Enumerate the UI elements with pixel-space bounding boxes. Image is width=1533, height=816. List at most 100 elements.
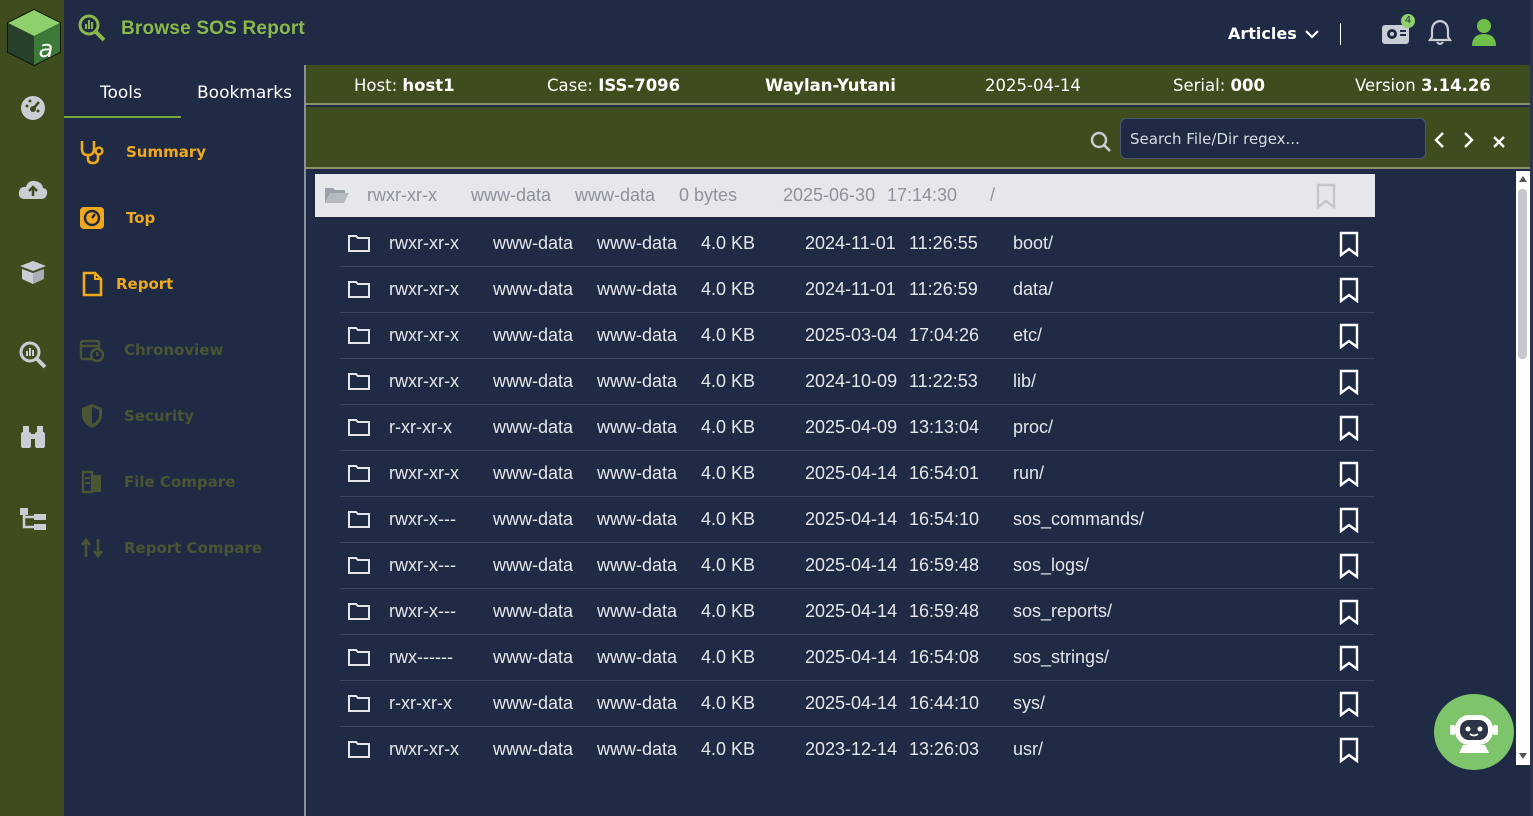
table-row[interactable]: r-xr-xr-x www-data www-data 4.0 KB 2025-04-1… [340, 681, 1375, 727]
tool-report-compare[interactable]: Report Compare [78, 530, 262, 566]
bookmark-icon[interactable] [1338, 737, 1360, 765]
file-name[interactable]: lib/ [1013, 371, 1036, 392]
table-row[interactable]: rwxr-x--- www-data www-data 4.0 KB 2025-04-1… [340, 543, 1375, 589]
articles-dropdown[interactable]: Articles [1228, 24, 1319, 43]
bookmark-icon[interactable] [1338, 461, 1360, 492]
chatbot-assistant-button[interactable] [1434, 694, 1514, 770]
file-time: 16:59:48 [909, 601, 980, 621]
bell-icon[interactable] [1427, 18, 1453, 50]
file-name[interactable]: sys/ [1013, 693, 1045, 714]
chevron-right-icon[interactable] [1463, 131, 1475, 153]
file-list: rwxr-xr-x www-data www-data 0 bytes 2025… [306, 171, 1516, 765]
file-size: 4.0 KB [701, 325, 756, 345]
dashboard-icon[interactable] [16, 93, 50, 123]
tool-summary-label: Summary [126, 143, 207, 161]
table-row[interactable]: rwxr-x--- www-data www-data 4.0 KB 2025-04-1… [340, 497, 1375, 543]
binoculars-icon[interactable] [16, 422, 50, 452]
file-name[interactable]: data/ [1013, 279, 1053, 300]
bookmark-icon[interactable] [1338, 507, 1360, 538]
scroll-down-arrow-icon[interactable] [1519, 753, 1527, 759]
bookmark-icon[interactable] [1338, 691, 1360, 722]
file-owner: www-data [493, 509, 574, 529]
tool-top[interactable]: Top [78, 200, 155, 236]
user-avatar-icon[interactable] [1471, 18, 1497, 50]
file-time: 13:26:03 [909, 739, 980, 759]
report-compare-icon [78, 534, 106, 562]
search-icon[interactable] [1090, 131, 1112, 157]
scroll-up-arrow-icon[interactable] [1519, 176, 1527, 182]
close-icon[interactable] [1492, 134, 1506, 153]
bookmark-icon[interactable] [1338, 645, 1360, 676]
search-toolbar [306, 107, 1530, 169]
organization-name: Waylan-Yutani [765, 76, 896, 95]
file-name[interactable]: sos_strings/ [1013, 647, 1109, 668]
file-name[interactable]: usr/ [1013, 739, 1043, 760]
table-row[interactable]: rwxr-xr-x www-data www-data 4.0 KB 2024-11-0… [340, 221, 1375, 267]
bookmark-icon[interactable] [1315, 183, 1337, 214]
table-row[interactable]: rwxr-xr-x www-data www-data 4.0 KB 2023-12-1… [340, 727, 1375, 765]
tool-security[interactable]: Security [78, 398, 194, 434]
file-group: www-data [597, 693, 678, 713]
app-logo[interactable]: a [6, 8, 62, 67]
bookmark-icon[interactable] [1338, 277, 1360, 308]
folder-icon [347, 417, 371, 442]
file-perms: rwxr-xr-x [389, 739, 459, 759]
folder-icon [347, 233, 371, 258]
table-row[interactable]: rwx------ www-data www-data 4.0 KB 2025-04-1… [340, 635, 1375, 681]
scroll-thumb[interactable] [1518, 189, 1527, 359]
bookmark-icon[interactable] [1338, 323, 1360, 354]
file-name[interactable]: etc/ [1013, 325, 1042, 346]
file-compare-icon [78, 468, 106, 496]
tree-structure-icon[interactable] [16, 504, 50, 534]
file-date: 2024-11-01 [805, 279, 896, 299]
file-perms: rwxr-x--- [389, 601, 456, 621]
bookmark-icon[interactable] [1338, 369, 1360, 400]
case-info: Case: ISS-7096 [547, 76, 681, 95]
vertical-scrollbar[interactable] [1516, 171, 1530, 765]
file-size: 4.0 KB [701, 279, 756, 299]
table-row[interactable]: rwxr-xr-x www-data www-data 4.0 KB 2024-11-0… [340, 267, 1375, 313]
bookmark-icon[interactable] [1338, 415, 1360, 446]
table-row[interactable]: r-xr-xr-x www-data www-data 4.0 KB 2025-04-0… [340, 405, 1375, 451]
search-input[interactable] [1120, 118, 1426, 159]
file-perms: rwxr-xr-x [389, 371, 459, 391]
table-row[interactable]: rwxr-xr-x www-data www-data 4.0 KB 2025-03-0… [340, 313, 1375, 359]
parent-group: www-data [575, 185, 656, 205]
file-name[interactable]: proc/ [1013, 417, 1053, 438]
file-size: 4.0 KB [701, 739, 756, 759]
document-icon [78, 270, 106, 298]
file-owner: www-data [493, 417, 574, 437]
chevron-left-icon[interactable] [1433, 131, 1445, 153]
robot-icon [1450, 715, 1498, 753]
tab-tools[interactable]: Tools [100, 83, 142, 103]
parent-directory-row[interactable]: rwxr-xr-x www-data www-data 0 bytes 2025… [315, 174, 1375, 217]
file-owner: www-data [493, 279, 574, 299]
file-name[interactable]: sos_reports/ [1013, 601, 1112, 622]
cloud-upload-icon[interactable] [16, 175, 50, 205]
bookmark-icon[interactable] [1338, 599, 1360, 630]
bookmark-icon[interactable] [1338, 231, 1360, 262]
header-divider [1340, 23, 1341, 45]
tab-bookmarks[interactable]: Bookmarks [197, 83, 292, 103]
active-tab-indicator [64, 116, 181, 118]
table-row[interactable]: rwxr-xr-x www-data www-data 4.0 KB 2025-04-1… [340, 451, 1375, 497]
table-row[interactable]: rwxr-xr-x www-data www-data 4.0 KB 2024-10-0… [340, 359, 1375, 405]
tool-report[interactable]: Report [78, 266, 173, 302]
search-analytics-icon[interactable] [16, 340, 50, 370]
file-name[interactable]: boot/ [1013, 233, 1053, 254]
file-owner: www-data [493, 601, 574, 621]
bookmark-icon[interactable] [1338, 553, 1360, 584]
tool-file-compare[interactable]: File Compare [78, 464, 235, 500]
file-date: 2025-04-14 [805, 693, 898, 713]
radio-notifications-button[interactable]: 4 [1381, 14, 1415, 50]
tool-summary[interactable]: Summary [78, 134, 206, 170]
file-name[interactable]: sos_logs/ [1013, 555, 1089, 576]
box-icon[interactable] [16, 257, 50, 287]
table-row[interactable]: rwxr-x--- www-data www-data 4.0 KB 2025-04-1… [340, 589, 1375, 635]
file-size: 4.0 KB [701, 371, 756, 391]
tool-chronoview[interactable]: Chronoview [78, 332, 223, 368]
file-date: 2023-12-14 [805, 739, 898, 759]
parent-date: 2025-06-30 [783, 185, 876, 205]
file-name[interactable]: run/ [1013, 463, 1044, 484]
file-name[interactable]: sos_commands/ [1013, 509, 1144, 530]
